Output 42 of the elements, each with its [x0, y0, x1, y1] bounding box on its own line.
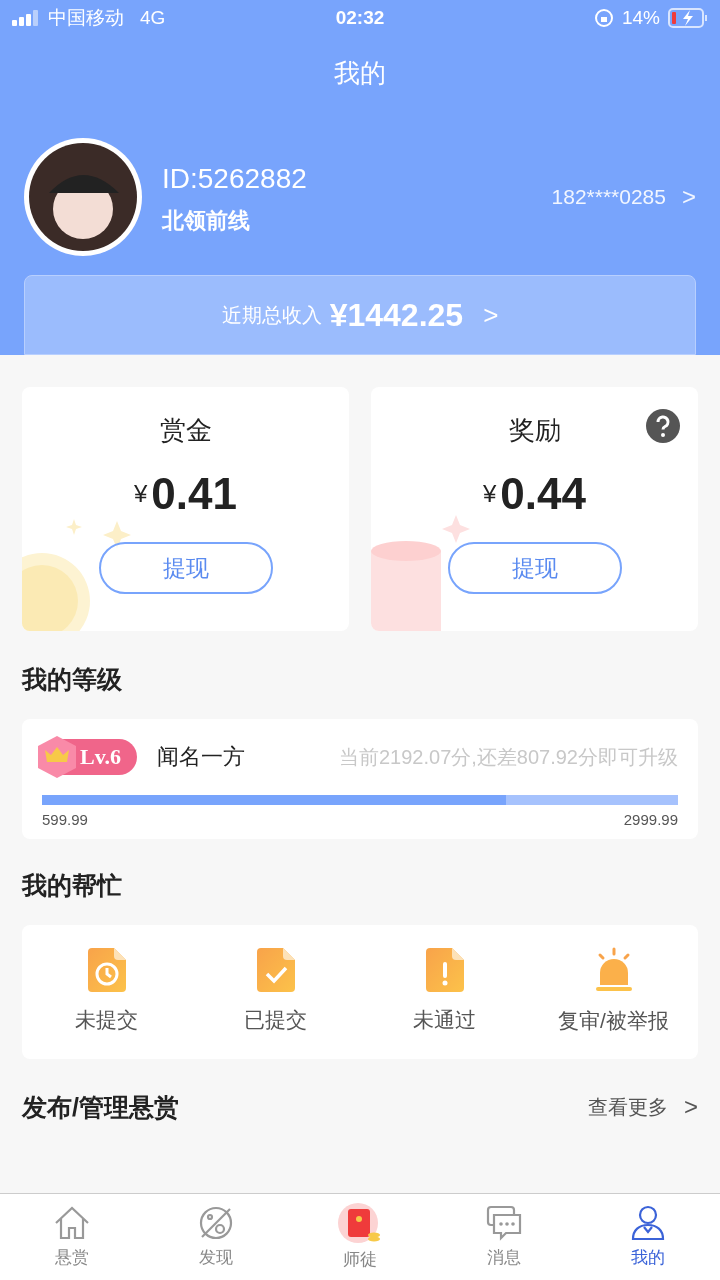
section-title: 发布/管理悬赏 [22, 1091, 179, 1123]
page-title: 我的 [334, 56, 386, 90]
network-type: 4G [140, 5, 166, 30]
help-item[interactable]: 复审/被举报 [529, 946, 698, 1037]
clock-document-icon [87, 947, 126, 992]
help-item[interactable]: 未通过 [360, 947, 529, 1036]
tab-item[interactable]: 发现 [144, 1194, 288, 1280]
alert-document-icon [425, 947, 464, 992]
check-document-icon [256, 947, 295, 992]
income-banner[interactable]: 近期总收入 ¥1442.25 > [24, 275, 696, 355]
withdraw-button[interactable]: 提现 [447, 542, 622, 594]
help-item[interactable]: 已提交 [191, 947, 360, 1036]
clock-time: 02:32 [335, 5, 385, 30]
battery-percent: 14% [621, 5, 660, 30]
wallet-amount: 0.44 [500, 472, 586, 516]
help-item[interactable]: 未提交 [22, 947, 191, 1036]
tab-item[interactable]: 悬赏 [0, 1194, 144, 1280]
help-icon[interactable] [646, 409, 680, 443]
signal-icon [12, 10, 40, 26]
envelope-icon [338, 1201, 382, 1246]
section-title: 我的帮忙 [22, 870, 123, 901]
currency-sign: ¥ [134, 479, 148, 509]
view-more-link[interactable]: 查看更多 > [588, 1089, 698, 1126]
rotation-lock-icon [593, 8, 614, 28]
max-score: 2999.99 [623, 809, 678, 830]
section-title: 我的等级 [22, 664, 123, 695]
battery-icon [668, 8, 708, 28]
withdraw-button[interactable]: 提现 [98, 542, 273, 594]
wallet-title: 赏金 [159, 414, 212, 447]
currency-sign: ¥ [483, 479, 497, 509]
tab-item[interactable]: 消息 [432, 1194, 576, 1280]
rank-name: 闻名一方 [156, 743, 245, 771]
wallet-amount: 0.41 [151, 472, 237, 516]
phone-link[interactable]: 182****0285 > [551, 179, 696, 215]
user-id: ID:5262882 [162, 161, 307, 196]
tab-item[interactable]: 我的 [576, 1194, 720, 1280]
tab-item[interactable]: 师徒 [288, 1194, 432, 1280]
wallet-title: 奖励 [508, 414, 561, 447]
siren-icon [593, 946, 634, 993]
carrier-name: 中国移动 [48, 5, 124, 30]
min-score: 599.99 [42, 809, 88, 830]
user-name: 北领前线 [162, 206, 251, 235]
